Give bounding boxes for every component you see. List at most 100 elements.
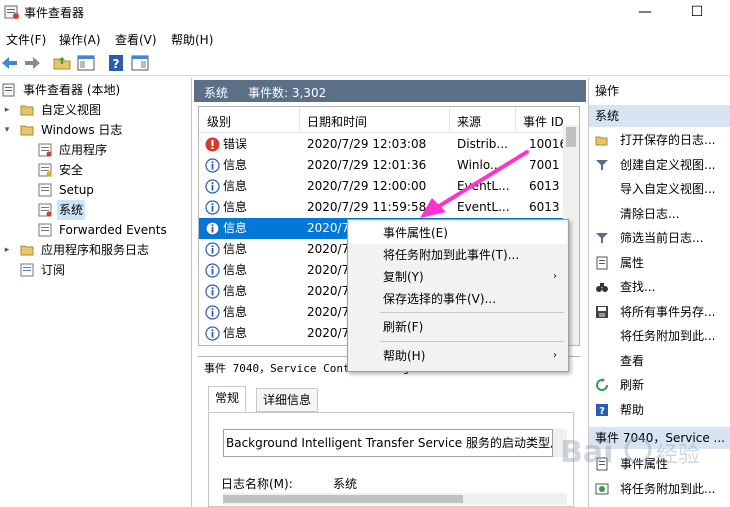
context-menu-label: 帮助(H) — [383, 349, 426, 363]
help-icon[interactable]: ? — [106, 53, 126, 73]
svg-text:经验: 经验 — [656, 443, 700, 468]
cell-level: 信息 — [223, 242, 248, 256]
column-event-id[interactable]: 事件 ID — [523, 113, 564, 130]
svg-text:Bai: Bai — [560, 435, 613, 470]
scrollbar-thumb[interactable] — [566, 127, 576, 147]
minimize-button[interactable]: — — [622, 0, 668, 26]
actions-section-system[interactable]: 系统 — [589, 105, 730, 127]
collapse-icon[interactable]: ▾ — [2, 120, 12, 140]
menu-file[interactable]: 文件(F) — [6, 31, 46, 48]
table-row[interactable]: 信息 2020/7/29 11:59:58 EventL... 6013 — [199, 197, 563, 218]
column-divider[interactable] — [449, 107, 450, 133]
tree-item-label: 系统 — [57, 200, 86, 220]
action-item[interactable]: ? 帮助 — [589, 399, 730, 421]
tab-details[interactable]: 详细信息 — [256, 388, 319, 412]
context-menu-item[interactable]: 复制(Y) › — [349, 266, 567, 288]
error-icon — [205, 137, 220, 152]
tab-general[interactable]: 常规 — [208, 386, 247, 412]
cell-source: Distrib... — [457, 137, 508, 151]
tree-item-label: 应用程序 — [59, 143, 108, 157]
show-hide-action-pane-icon[interactable] — [130, 53, 150, 73]
forward-arrow-icon[interactable] — [22, 53, 42, 73]
action-item[interactable]: 导入自定义视图... — [589, 178, 730, 200]
save-icon — [596, 305, 608, 318]
detail-hscrollbar[interactable] — [223, 493, 567, 505]
info-icon — [205, 326, 220, 341]
action-item-label: 属性 — [620, 255, 645, 270]
log-icon — [38, 223, 52, 237]
action-item[interactable]: 筛选当前日志... — [589, 227, 730, 249]
log-header-bar: 系统 事件数: 3,302 — [194, 80, 586, 102]
submenu-arrow-icon: › — [553, 350, 557, 361]
action-item-label: 将任务附加到此... — [620, 481, 716, 496]
watermark-logo: Bai 经验 — [560, 435, 700, 470]
info-icon — [205, 158, 220, 173]
tree-item-label: 应用程序和服务日志 — [41, 243, 150, 257]
cell-level: 错误 — [223, 137, 248, 151]
cell-id: 6013 — [529, 200, 560, 214]
column-level[interactable]: 级别 — [207, 113, 231, 130]
context-menu-item[interactable]: 刷新(F) — [349, 316, 567, 338]
log-icon — [38, 143, 52, 157]
up-folder-icon[interactable] — [52, 53, 72, 73]
tree-item-label: Forwarded Events — [59, 223, 167, 237]
tree-item-label: Setup — [59, 183, 94, 197]
cell-id: 7001 — [529, 158, 560, 172]
action-item[interactable]: 将任务附加到此... — [589, 478, 730, 500]
info-icon — [205, 242, 220, 257]
event-description[interactable]: Background Intelligent Transfer Service … — [223, 429, 553, 457]
info-icon — [205, 284, 220, 299]
scrollbar-thumb[interactable] — [223, 495, 463, 503]
action-item[interactable]: 查找... — [589, 276, 730, 298]
cell-level: 信息 — [223, 221, 248, 235]
tree-item-label: 自定义视图 — [41, 103, 102, 117]
submenu-arrow-icon: › — [553, 271, 557, 282]
detail-body: Background Intelligent Transfer Service … — [208, 412, 574, 507]
info-icon — [205, 200, 220, 215]
toolbar: ? — [0, 50, 730, 76]
context-menu-item[interactable]: 事件属性(E) — [349, 222, 567, 244]
context-menu-label: 将任务附加到此事件(T)... — [383, 248, 520, 262]
column-source[interactable]: 来源 — [457, 113, 481, 130]
properties-icon — [596, 256, 608, 269]
action-item-label: 查看 — [620, 353, 645, 368]
log-name-label: 日志名称(M): — [221, 477, 293, 491]
context-menu-item[interactable]: 将任务附加到此事件(T)... — [349, 244, 567, 266]
svg-text:?: ? — [599, 406, 605, 417]
table-row[interactable]: 错误 2020/7/29 12:03:08 Distrib... 10016 — [199, 134, 563, 155]
event-viewer-icon — [4, 5, 19, 19]
menu-action[interactable]: 操作(A) — [59, 31, 101, 48]
column-datetime[interactable]: 日期和时间 — [307, 113, 367, 130]
action-item[interactable]: 查看 — [589, 350, 730, 372]
column-divider[interactable] — [515, 107, 516, 133]
action-item[interactable]: 打开保存的日志... — [589, 129, 730, 151]
maximize-button[interactable]: ☐ — [674, 0, 720, 26]
action-item[interactable]: 创建自定义视图... — [589, 154, 730, 176]
column-divider[interactable] — [299, 107, 300, 133]
context-menu-label: 保存选择的事件(V)... — [383, 292, 497, 306]
cell-level: 信息 — [223, 200, 248, 214]
action-item[interactable]: 将所有事件另存... — [589, 301, 730, 323]
action-item-label: 刷新 — [620, 378, 645, 392]
folder-open-icon — [595, 136, 608, 146]
window-title: 事件查看器 — [24, 6, 85, 20]
menu-view[interactable]: 查看(V) — [115, 31, 157, 48]
filter-icon — [596, 233, 608, 243]
show-hide-console-tree-icon[interactable] — [76, 53, 96, 73]
menu-separator — [380, 341, 564, 342]
folder-icon — [20, 125, 34, 136]
action-item[interactable]: 清除日志... — [589, 203, 730, 225]
table-row[interactable]: 信息 2020/7/29 12:00:00 EventL... 6013 — [199, 176, 563, 197]
action-item[interactable]: 刷新 — [589, 374, 730, 396]
cell-level: 信息 — [223, 305, 248, 319]
back-arrow-icon[interactable] — [0, 53, 20, 73]
expand-icon[interactable]: ▸ — [2, 240, 12, 260]
action-item[interactable]: 属性 — [589, 252, 730, 274]
context-menu-item[interactable]: 保存选择的事件(V)... — [349, 288, 567, 310]
action-item[interactable]: 将任务附加到此... — [589, 325, 730, 347]
table-row[interactable]: 信息 2020/7/29 12:01:36 Winlo... 7001 — [199, 155, 563, 176]
menu-help[interactable]: 帮助(H) — [171, 31, 213, 48]
context-menu-item[interactable]: 帮助(H) › — [349, 345, 567, 367]
refresh-icon — [596, 378, 608, 391]
expand-icon[interactable]: ▸ — [2, 100, 12, 120]
